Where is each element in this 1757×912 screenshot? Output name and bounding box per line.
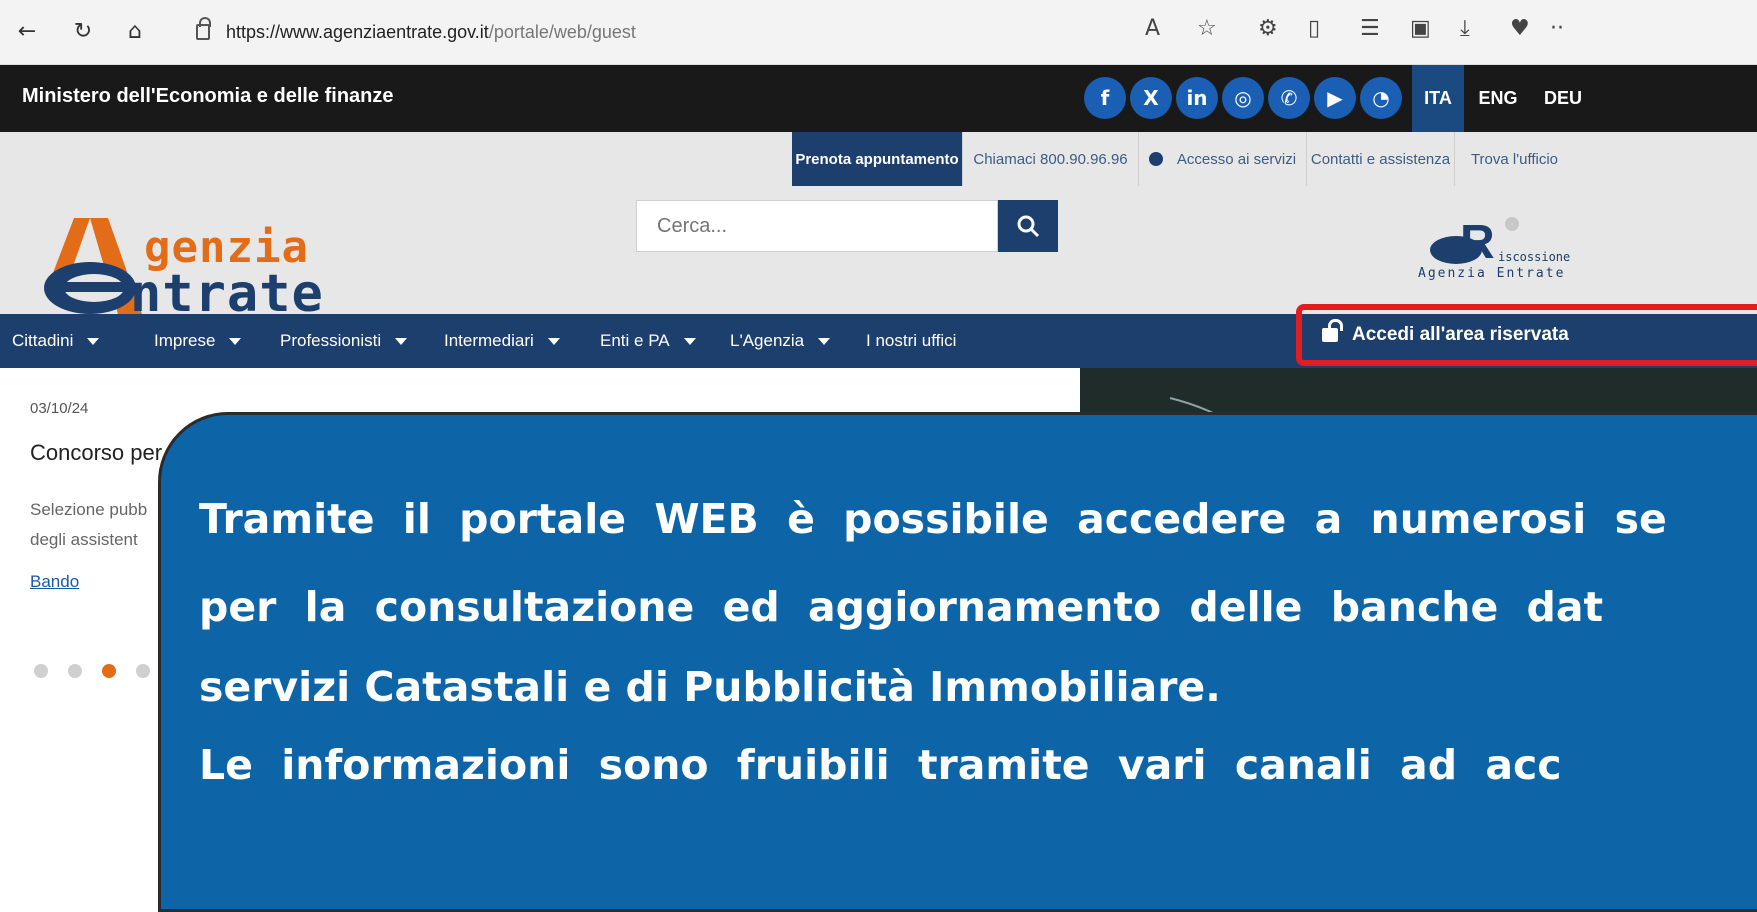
nav-professionisti[interactable]: Professionisti [280,314,408,368]
callout-line-4: Le informazioni sono fruibili tramite va… [199,741,1562,789]
info-callout: Tramite il portale WEB è possibile acced… [158,412,1757,912]
ministry-title[interactable]: Ministero dell'Economia e delle finanze [22,85,394,108]
callout-line-2: per la consultazione ed aggiornamento de… [199,583,1604,631]
search-icon [1017,215,1040,238]
linkedin-icon[interactable]: in [1176,77,1218,119]
bando-link[interactable]: Bando [30,572,79,592]
call-us-link[interactable]: Chiamaci 800.90.96.96 [962,132,1138,186]
rss-icon[interactable]: ◔ [1360,77,1402,119]
nav-label: I nostri uffici [866,331,957,350]
news-description-2: degli assistent [30,530,138,549]
svg-text:R: R [1460,216,1495,269]
callout-line-3: servizi Catastali e di Pubblicità Immobi… [199,663,1221,711]
extensions-icon[interactable]: ⚙ [1258,16,1278,41]
whatsapp-icon[interactable]: ✆ [1268,77,1310,119]
nav-enti-pa[interactable]: Enti e PA [600,314,696,368]
search-button[interactable] [998,200,1058,252]
access-services-link[interactable]: Accesso ai servizi [1138,132,1306,186]
find-office-link[interactable]: Trova l'ufficio [1454,132,1574,186]
lang-eng[interactable]: ENG [1470,65,1526,132]
nav-agenzia[interactable]: L'Agenzia [730,314,831,368]
download-icon[interactable]: ⤓ [1460,16,1470,41]
refresh-icon[interactable]: ↻ [66,14,100,48]
nav-label: Intermediari [444,331,534,350]
back-icon[interactable]: ← [10,14,44,48]
carousel-dot[interactable] [34,664,48,678]
riscossione-subtext: Agenzia Entrate [1418,266,1566,281]
reserved-area-button[interactable]: Accedi all'area riservata [1296,304,1757,366]
nav-label: Enti e PA [600,331,670,350]
ministry-bar: Ministero dell'Economia e delle finanze … [0,65,1757,132]
nav-label: Imprese [154,331,216,350]
utility-bar: Prenota appuntamento Chiamaci 800.90.96.… [0,132,1757,186]
reserved-area-label: Accedi all'area riservata [1352,324,1569,345]
caret-down-icon [547,337,560,345]
url-path: /portale/web/guest [488,21,636,42]
caret-down-icon [818,337,831,345]
nav-label: Cittadini [12,331,74,350]
caret-down-icon [395,337,408,345]
agenzia-entrate-logo[interactable]: genzia ntrate [38,216,338,324]
search-input[interactable] [636,200,998,252]
callout-line-1: Tramite il portale WEB è possibile acced… [199,495,1667,543]
nav-imprese[interactable]: Imprese [154,314,242,368]
nav-nostri-uffici[interactable]: I nostri uffici [866,314,956,368]
carousel-dot[interactable] [68,664,82,678]
instagram-icon[interactable]: ◎ [1222,77,1264,119]
nav-label: Professionisti [280,331,382,350]
read-aloud-icon[interactable]: A [1145,16,1160,41]
riscossione-logo[interactable]: R iscossione Agenzia Entrate [1410,210,1757,290]
access-services-label: Accesso ai servizi [1176,150,1297,168]
collections-icon[interactable]: ▣ [1410,16,1431,41]
url-host: https://www.agenziaentrate.gov.it [226,21,489,42]
news-date: 03/10/24 [30,400,89,417]
lang-ita[interactable]: ITA [1412,65,1464,132]
youtube-icon[interactable]: ▶ [1314,77,1356,119]
key-icon [1148,152,1163,166]
performance-icon[interactable]: ♥ [1510,16,1530,41]
caret-down-icon [229,337,242,345]
favorite-star-icon[interactable]: ☆ [1197,16,1217,41]
nav-intermediari[interactable]: Intermediari [444,314,560,368]
lang-deu[interactable]: DEU [1535,65,1591,132]
contacts-link[interactable]: Contatti e assistenza [1306,132,1454,186]
caret-down-icon [87,337,100,345]
nav-label: L'Agenzia [730,331,805,350]
favorites-list-icon[interactable]: ☰ [1360,16,1380,41]
home-icon[interactable]: ⌂ [118,14,152,48]
book-appointment-button[interactable]: Prenota appuntamento [792,132,962,186]
x-twitter-icon[interactable]: X [1130,77,1172,119]
padlock-icon [1322,319,1343,342]
address-bar[interactable]: https://www.agenziaentrate.gov.it/portal… [168,12,1088,52]
browser-toolbar: ← ↻ ⌂ https://www.agenziaentrate.gov.it /… [0,0,1757,65]
facebook-icon[interactable]: f [1084,77,1126,119]
carousel-dot-active[interactable] [102,664,116,678]
caret-down-icon [683,337,696,345]
split-screen-icon[interactable]: ▯ [1308,16,1320,41]
nav-cittadini[interactable]: Cittadini [12,314,100,368]
riscossione-text: iscossione [1498,250,1571,264]
news-description: Selezione pubb [30,500,148,519]
carousel-dot[interactable] [136,664,150,678]
lock-icon [196,17,211,40]
more-icon[interactable]: ·· [1550,16,1564,41]
